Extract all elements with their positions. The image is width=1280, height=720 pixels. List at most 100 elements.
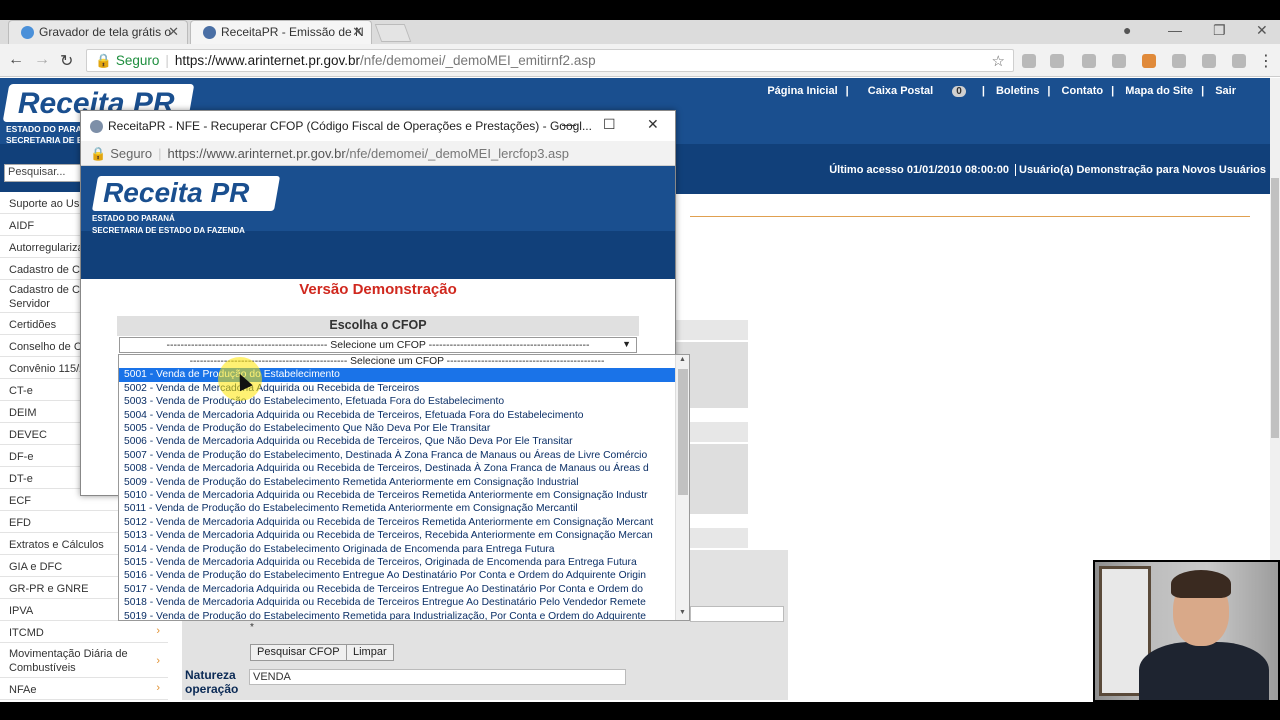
close-window-icon[interactable]: ✕ <box>1256 22 1268 39</box>
caret-down-icon: ▼ <box>622 339 631 349</box>
forward-arrow-icon[interactable]: → <box>34 51 50 69</box>
dropdown-option[interactable]: 5010 - Venda de Mercadoria Adquirida ou … <box>119 489 675 502</box>
scroll-down-icon[interactable]: ▼ <box>679 609 686 616</box>
scroll-up-icon[interactable]: ▲ <box>679 356 686 363</box>
site-search-input[interactable]: Pesquisar... <box>4 164 84 182</box>
sidebar-item-movimentacao[interactable]: Movimentação Diária de Combustíveis › <box>0 644 168 678</box>
dropdown-option[interactable]: 5014 - Venda de Produção do Estabelecime… <box>119 543 675 556</box>
dropdown-option[interactable]: 5018 - Venda de Mercadoria Adquirida ou … <box>119 596 675 609</box>
address-bar[interactable]: 🔒 Seguro | https://www.arinternet.pr.gov.br… <box>86 49 1014 72</box>
url-host: https://www.arinternet.pr.gov.br <box>174 53 360 68</box>
receita-logo: Receita PR <box>91 176 281 211</box>
sidebar-item-itcmd[interactable]: ITCMD › <box>0 622 168 643</box>
extension-icon[interactable] <box>1082 54 1096 68</box>
nav-contact[interactable]: Contato <box>1062 85 1104 97</box>
webcam-overlay <box>1093 560 1280 702</box>
popup-address-bar[interactable]: 🔒 Seguro | https://www.arinternet.pr.gov.br… <box>81 141 675 166</box>
dropdown-option[interactable]: 5004 - Venda de Mercadoria Adquirida ou … <box>119 409 675 422</box>
extension-icon[interactable] <box>1022 54 1036 68</box>
dropdown-option[interactable]: 5008 - Venda de Mercadoria Adquirida ou … <box>119 462 675 475</box>
dropdown-option[interactable]: 5019 - Venda de Produção do Estabelecime… <box>119 610 675 620</box>
nav-logout[interactable]: Sair <box>1215 85 1236 97</box>
nav-sitemap[interactable]: Mapa do Site <box>1125 85 1193 97</box>
back-arrow-icon[interactable]: ← <box>8 51 24 69</box>
browser-toolbar: ← → ↻ 🔒 Seguro | https://www.arinternet.pr.… <box>0 44 1280 77</box>
form-input[interactable] <box>690 606 784 622</box>
screen-bottom-band <box>0 702 1280 720</box>
minimize-icon[interactable]: — <box>562 116 576 132</box>
tab-gravador[interactable]: Gravador de tela grátis o ✕ <box>8 20 188 44</box>
url-path: /nfe/demomei/_demoMEI_emitirnf2.asp <box>359 53 596 68</box>
new-tab-button[interactable] <box>374 24 412 42</box>
popup-header-band <box>81 231 675 279</box>
dropdown-option[interactable]: 5013 - Venda de Mercadoria Adquirida ou … <box>119 529 675 542</box>
secure-label: Seguro <box>115 53 160 68</box>
nav-inbox[interactable]: Caixa Postal 0 <box>860 85 974 97</box>
extension-icon[interactable] <box>1050 54 1064 68</box>
logo-subtitle: ESTADO DO PARA SECRETARIA DE E <box>6 124 83 145</box>
dropdown-option[interactable]: 5007 - Venda de Produção do Estabelecime… <box>119 449 675 462</box>
dropdown-option[interactable]: 5016 - Venda de Produção do Estabelecime… <box>119 569 675 582</box>
url-path: /nfe/demomei/_demoMEI_lercfop3.asp <box>345 146 570 161</box>
tab-title: ReceitaPR - Emissão de N <box>221 25 364 39</box>
cfop-dropdown-list[interactable]: ----------------------------------------… <box>118 354 690 621</box>
dropdown-option[interactable]: 5003 - Venda de Produção do Estabelecime… <box>119 395 675 408</box>
extension-icon[interactable] <box>1142 54 1156 68</box>
globe-icon <box>90 120 103 133</box>
logo-subtitle: ESTADO DO PARANÁ SECRETARIA DE ESTADO DA… <box>92 214 245 235</box>
extension-icon[interactable] <box>1112 54 1126 68</box>
maximize-icon[interactable]: ☐ <box>603 116 616 133</box>
extension-icon[interactable] <box>1202 54 1216 68</box>
screen-top-band <box>0 0 1280 20</box>
minimize-icon[interactable]: — <box>1168 22 1182 38</box>
demo-version-title: Versão Demonstração <box>299 281 457 298</box>
bookmark-star-icon[interactable]: ☆ <box>992 52 1005 70</box>
dropdown-option[interactable]: 5017 - Venda de Mercadoria Adquirida ou … <box>119 583 675 596</box>
globe-icon <box>203 26 216 39</box>
tab-title: Gravador de tela grátis o <box>39 25 172 39</box>
nav-home[interactable]: Página Inicial <box>767 85 837 97</box>
restore-icon[interactable]: ❐ <box>1213 22 1226 39</box>
reload-icon[interactable]: ↻ <box>60 51 73 71</box>
natureza-input[interactable]: VENDA <box>249 669 626 685</box>
extension-icon[interactable] <box>1172 54 1186 68</box>
browser-tab-strip: Gravador de tela grátis o ✕ ReceitaPR - … <box>0 20 1280 44</box>
dropdown-option[interactable]: 5012 - Venda de Mercadoria Adquirida ou … <box>119 516 675 529</box>
dropdown-scrollbar[interactable]: ▲ ▼ <box>675 355 689 620</box>
lock-icon: 🔒 <box>90 146 107 161</box>
dropdown-option[interactable]: 5002 - Venda de Mercadoria Adquirida ou … <box>119 382 675 395</box>
chevron-right-icon: › <box>156 655 160 667</box>
user-info: Último acesso 01/01/2010 08:00:00 Usuári… <box>829 164 1266 176</box>
search-cfop-button[interactable]: Pesquisar CFOP <box>250 644 347 661</box>
extension-icon[interactable] <box>1232 54 1246 68</box>
webcam-person-body <box>1139 642 1269 700</box>
chevron-right-icon: › <box>156 625 160 637</box>
scroll-thumb[interactable] <box>678 369 688 495</box>
separator: | <box>158 146 162 161</box>
dropdown-option[interactable]: 5005 - Venda de Produção do Estabelecime… <box>119 422 675 435</box>
url-host: https://www.arinternet.pr.gov.br <box>167 146 346 161</box>
dropdown-option[interactable]: 5015 - Venda de Mercadoria Adquirida ou … <box>119 556 675 569</box>
scroll-thumb[interactable] <box>1271 178 1279 438</box>
profile-icon[interactable]: ● <box>1123 22 1131 38</box>
clear-button[interactable]: Limpar <box>346 644 394 661</box>
dropdown-option[interactable]: 5011 - Venda de Produção do Estabelecime… <box>119 502 675 515</box>
close-icon[interactable]: ✕ <box>168 24 179 40</box>
required-asterisk: * <box>250 622 254 633</box>
lock-icon: 🔒 <box>95 53 112 68</box>
nav-bulletins[interactable]: Boletins <box>996 85 1039 97</box>
close-icon[interactable]: ✕ <box>647 116 659 133</box>
close-icon[interactable]: ✕ <box>352 24 363 40</box>
sidebar-item-nfae[interactable]: NFAe › <box>0 679 168 700</box>
secure-label: Seguro <box>110 146 153 161</box>
webcam-person-hair <box>1171 570 1231 598</box>
cfop-select[interactable]: ----------------------------------------… <box>119 337 637 353</box>
choose-cfop-label: Escolha o CFOP <box>117 316 639 336</box>
last-access: Último acesso 01/01/2010 08:00:00 <box>829 164 1009 176</box>
dropdown-option[interactable]: 5001 - Venda de Produção do Estabelecime… <box>119 368 675 382</box>
dropdown-option[interactable]: 5009 - Venda de Produção do Estabelecime… <box>119 476 675 489</box>
dropdown-placeholder-option[interactable]: ----------------------------------------… <box>119 355 675 368</box>
menu-kebab-icon[interactable]: ⋮ <box>1258 51 1274 71</box>
dropdown-option[interactable]: 5006 - Venda de Mercadoria Adquirida ou … <box>119 435 675 448</box>
tab-receitapr[interactable]: ReceitaPR - Emissão de N ✕ <box>190 20 372 44</box>
